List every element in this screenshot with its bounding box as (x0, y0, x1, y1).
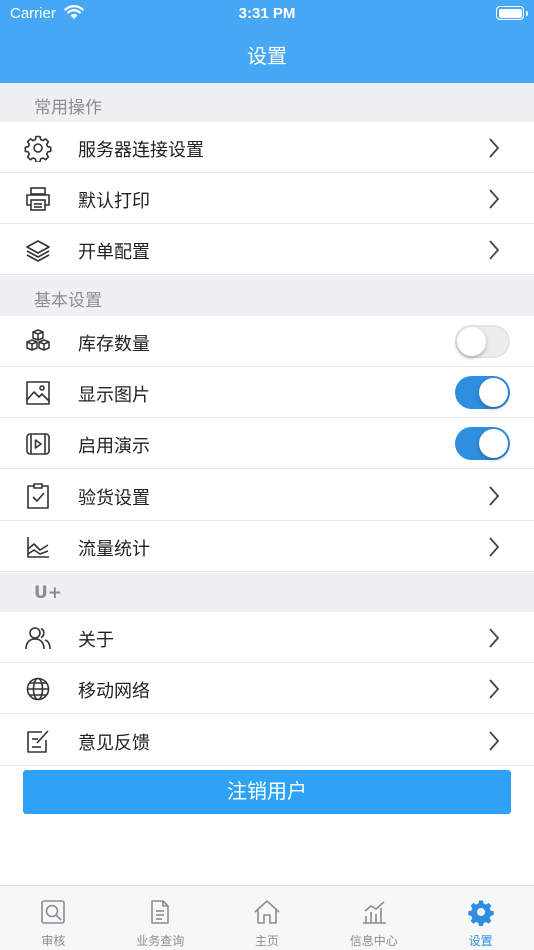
section-title: 常用操作 (34, 98, 102, 118)
users-icon (25, 627, 51, 650)
bar-chart-icon (362, 901, 386, 924)
row-label: 意见反馈 (78, 733, 150, 754)
row-label: 服务器连接设置 (78, 140, 204, 161)
row-traffic-stats[interactable]: 流量统计 (0, 521, 534, 572)
toggle-knob (457, 327, 486, 356)
section-title: 基本设置 (34, 291, 102, 311)
globe-icon (26, 677, 50, 701)
row-label: 显示图片 (78, 385, 150, 406)
section-header-common: 常用操作 (0, 83, 534, 123)
feedback-icon (27, 730, 49, 753)
logout-button[interactable]: 注销用户 (23, 770, 511, 814)
row-order-config[interactable]: 开单配置 (0, 224, 534, 275)
chevron-right-icon (489, 138, 500, 158)
row-mobile-network[interactable]: 移动网络 (0, 663, 534, 714)
tab-info-center[interactable]: 信息中心 (320, 886, 427, 950)
status-time: 3:31 PM (238, 5, 296, 22)
row-label: 移动网络 (78, 681, 150, 702)
row-label: 库存数量 (78, 334, 150, 355)
row-inspection-settings[interactable]: 验货设置 (0, 470, 534, 521)
video-icon (26, 433, 50, 455)
row-label: 默认打印 (78, 191, 150, 212)
document-icon (151, 900, 169, 924)
row-feedback[interactable]: 意见反馈 (0, 715, 534, 766)
section-header-uplus: U+ (0, 573, 534, 613)
tab-label: 业务查询 (136, 934, 185, 948)
tab-label: 信息中心 (349, 934, 398, 948)
chevron-right-icon (489, 731, 500, 751)
tab-home[interactable]: 主页 (214, 886, 321, 950)
section-header-basic: 基本设置 (0, 276, 534, 316)
tab-bar: 审核 业务查询 主页 信息中心 设置 (0, 885, 534, 950)
row-about[interactable]: 关于 (0, 612, 534, 663)
printer-icon (26, 187, 50, 211)
row-label: 开单配置 (78, 242, 150, 263)
show-images-toggle[interactable] (455, 376, 510, 409)
row-label: 验货设置 (78, 488, 150, 509)
page-title: 设置 (247, 44, 287, 68)
home-icon (254, 900, 280, 924)
gear-icon (24, 135, 52, 162)
chevron-right-icon (489, 240, 500, 260)
battery-icon (496, 6, 528, 20)
tab-label: 主页 (254, 934, 279, 948)
section-title: U+ (34, 583, 63, 603)
clipboard-check-icon (27, 483, 49, 509)
image-icon (26, 381, 50, 405)
row-enable-demo: 启用演示 (0, 418, 534, 469)
chevron-right-icon (489, 628, 500, 648)
row-show-images: 显示图片 (0, 367, 534, 418)
layers-icon (26, 240, 50, 262)
row-label: 关于 (78, 630, 114, 651)
row-label: 流量统计 (78, 539, 150, 560)
row-default-print[interactable]: 默认打印 (0, 173, 534, 224)
line-chart-icon (27, 537, 49, 558)
tab-business-query[interactable]: 业务查询 (107, 886, 214, 950)
row-server-settings[interactable]: 服务器连接设置 (0, 122, 534, 173)
gear-icon (467, 900, 494, 926)
chevron-right-icon (489, 189, 500, 209)
tab-settings[interactable]: 设置 (427, 886, 534, 950)
tab-audit[interactable]: 审核 (0, 886, 107, 950)
chevron-right-icon (489, 486, 500, 506)
tab-label: 审核 (41, 934, 66, 948)
top-bar: Carrier 3:31 PM 设置 (0, 0, 534, 83)
chevron-right-icon (489, 537, 500, 557)
tab-label: 设置 (468, 934, 493, 948)
row-stock-quantity: 库存数量 (0, 316, 534, 367)
status-bar: Carrier 3:31 PM (0, 0, 534, 28)
chevron-right-icon (489, 679, 500, 699)
enable-demo-toggle[interactable] (455, 427, 510, 460)
audit-icon (41, 900, 66, 924)
toggle-knob (479, 429, 508, 458)
toggle-knob (479, 378, 508, 407)
stock-quantity-toggle[interactable] (455, 325, 510, 358)
boxes-icon (26, 329, 50, 351)
row-label: 启用演示 (78, 436, 150, 457)
